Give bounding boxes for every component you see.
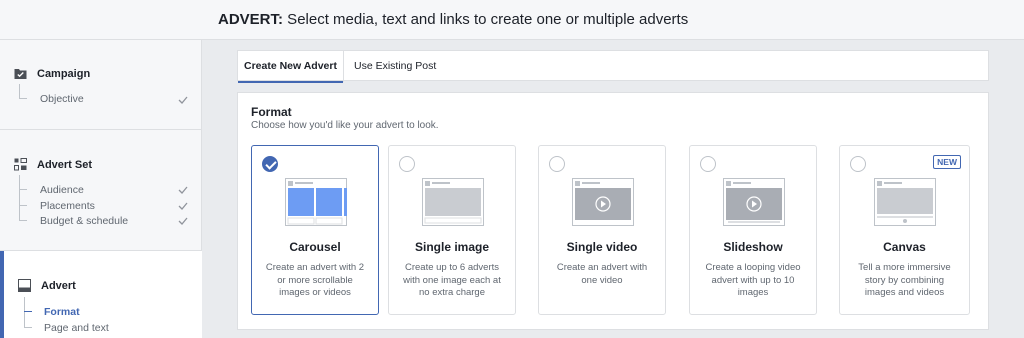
format-card-name: Carousel (289, 240, 341, 254)
sidebar-campaign-label: Campaign (37, 67, 91, 80)
format-panel: Format Choose how you'd like your advert… (237, 92, 989, 330)
new-badge: NEW (933, 155, 961, 169)
format-card-description: Create up to 6 adverts with one image ea… (403, 262, 501, 298)
format-card-name: Slideshow (723, 240, 783, 254)
active-indicator (0, 251, 4, 338)
format-card-name: Single image (414, 240, 490, 254)
slideshow-thumbnail-icon (723, 178, 785, 226)
sidebar-campaign-header[interactable]: Campaign (14, 67, 90, 80)
format-card-description: Tell a more immersive story by combining… (858, 262, 951, 298)
format-card-description: Create an advert with 2 or more scrollab… (265, 262, 365, 298)
sidebar-item-page-and-text[interactable]: Page and text (44, 322, 109, 334)
format-card-canvas[interactable]: NEW Canvas Tell a more immersive story b… (839, 145, 970, 315)
advert-source-tabs: Create New Advert Use Existing Post (237, 50, 989, 83)
page-title-prefix: ADVERT: (218, 11, 284, 28)
check-icon (178, 202, 188, 210)
tab-use-existing-post[interactable]: Use Existing Post (354, 51, 436, 82)
format-card-single-image[interactable]: Single image Create up to 6 adverts with… (388, 145, 516, 315)
radio-button[interactable] (549, 156, 565, 172)
check-icon (178, 186, 188, 194)
sidebar-item-audience[interactable]: Audience (40, 184, 84, 196)
canvas-thumbnail-icon (874, 178, 936, 226)
folder-check-icon (14, 67, 27, 80)
single-image-thumbnail-icon (422, 178, 484, 226)
sidebar-item-format[interactable]: Format (44, 306, 80, 318)
advert-icon (18, 279, 31, 292)
sidebar-section-campaign: Campaign Objective (0, 40, 202, 130)
check-icon (178, 96, 188, 104)
sidebar: Campaign Objective Advert Set Audience P… (0, 40, 202, 338)
check-icon (178, 217, 188, 225)
sidebar-item-objective[interactable]: Objective (40, 93, 84, 105)
format-subtitle: Choose how you'd like your advert to loo… (251, 120, 439, 131)
checkmark-icon[interactable] (262, 156, 278, 172)
tab-create-new-advert[interactable]: Create New Advert (238, 51, 344, 83)
format-title: Format (251, 105, 292, 119)
sidebar-advert-set-label: Advert Set (37, 158, 93, 171)
sidebar-advert-set-header[interactable]: Advert Set (14, 158, 92, 171)
format-card-name: Canvas (883, 240, 926, 254)
page-header: ADVERT: Select media, text and links to … (0, 0, 1024, 40)
format-card-single-video[interactable]: Single video Create an advert with one v… (538, 145, 666, 315)
sidebar-item-placements[interactable]: Placements (40, 200, 95, 212)
format-card-description: Create an advert with one video (556, 262, 648, 286)
single-video-thumbnail-icon (572, 178, 634, 226)
sidebar-section-advert: Advert Format Page and text (0, 251, 202, 338)
format-card-carousel[interactable]: Carousel Create an advert with 2 or more… (251, 145, 379, 315)
sidebar-advert-label: Advert (41, 279, 76, 292)
radio-button[interactable] (399, 156, 415, 172)
radio-button[interactable] (850, 156, 866, 172)
format-card-slideshow[interactable]: Slideshow Create a looping video advert … (689, 145, 817, 315)
format-card-name: Single video (566, 240, 638, 254)
sidebar-advert-header[interactable]: Advert (18, 279, 76, 292)
format-card-description: Create a looping video advert with up to… (705, 262, 801, 298)
page-title-text: Select media, text and links to create o… (283, 11, 689, 28)
grid-icon (14, 158, 27, 171)
page-title: ADVERT: Select media, text and links to … (218, 11, 688, 28)
sidebar-item-budget-schedule[interactable]: Budget & schedule (40, 215, 128, 227)
sidebar-section-advert-set: Advert Set Audience Placements Budget & … (0, 130, 202, 251)
radio-button[interactable] (700, 156, 716, 172)
carousel-thumbnail-icon (285, 178, 347, 226)
